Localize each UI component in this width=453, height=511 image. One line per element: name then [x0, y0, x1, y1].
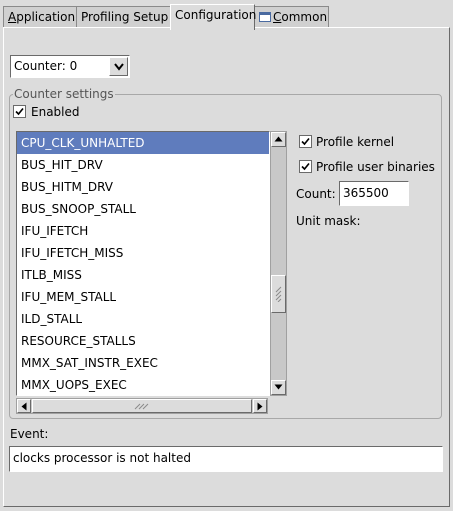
counter-settings-title: Counter settings	[13, 86, 115, 102]
horizontal-scroll-thumb[interactable]	[32, 399, 252, 413]
profile-user-binaries-label: Profile user binaries	[316, 160, 435, 174]
list-item[interactable]: IFU_MEM_STALL	[17, 286, 269, 308]
chevron-down-icon[interactable]	[109, 57, 128, 76]
event-list-vertical-scrollbar[interactable]	[270, 131, 287, 396]
scroll-down-button[interactable]	[271, 380, 286, 395]
unit-mask-label: Unit mask:	[296, 214, 361, 228]
event-list[interactable]: CPU_CLK_UNHALTED BUS_HIT_DRV BUS_HITM_DR…	[16, 131, 270, 396]
profile-kernel-label: Profile kernel	[316, 135, 395, 149]
event-description-field: clocks processor is not halted	[9, 446, 443, 472]
event-label: Event:	[10, 427, 49, 441]
list-item[interactable]: IFU_IFETCH_MISS	[17, 242, 269, 264]
tab-configuration[interactable]: Configuration	[170, 4, 257, 30]
list-item[interactable]: MMX_UOPS_EXEC	[17, 374, 269, 395]
tab-application[interactable]: Application	[3, 6, 77, 28]
list-item[interactable]: RESOURCE_STALLS	[17, 330, 269, 352]
count-label: Count:	[296, 187, 336, 201]
enabled-checkbox[interactable]	[13, 105, 26, 118]
tab-common-label: ommon	[281, 10, 328, 24]
profile-user-binaries-checkbox[interactable]	[299, 160, 312, 173]
list-item[interactable]: MMX_SAT_INSTR_EXEC	[17, 352, 269, 374]
count-input[interactable]: 365500	[339, 181, 409, 206]
tab-common[interactable]: Common	[254, 6, 329, 28]
list-item[interactable]: ITLB_MISS	[17, 264, 269, 286]
list-item[interactable]: CPU_CLK_UNHALTED	[17, 132, 269, 154]
list-item[interactable]: ILD_STALL	[17, 308, 269, 330]
tab-profiling-setup-label: Profiling Setup	[81, 10, 169, 24]
list-item[interactable]: BUS_SNOOP_STALL	[17, 198, 269, 220]
profile-kernel-checkbox[interactable]	[299, 135, 312, 148]
scroll-up-button[interactable]	[271, 132, 286, 147]
tab-profiling-setup[interactable]: Profiling Setup	[76, 6, 172, 28]
event-list-horizontal-scrollbar[interactable]	[16, 398, 268, 414]
list-item[interactable]: IFU_IFETCH	[17, 220, 269, 242]
scroll-right-button[interactable]	[253, 399, 267, 413]
counter-select-value: Counter: 0	[14, 59, 78, 73]
table-icon	[259, 12, 271, 22]
enabled-label: Enabled	[31, 105, 80, 119]
tab-application-label: pplication	[16, 10, 76, 24]
list-item[interactable]: BUS_HITM_DRV	[17, 176, 269, 198]
list-item[interactable]: BUS_HIT_DRV	[17, 154, 269, 176]
tab-application-mnemonic: A	[8, 10, 17, 24]
tab-configuration-label: Configuration	[175, 8, 257, 22]
scroll-left-button[interactable]	[17, 399, 31, 413]
counter-select[interactable]: Counter: 0	[10, 55, 130, 78]
scroll-thumb[interactable]	[271, 275, 286, 313]
